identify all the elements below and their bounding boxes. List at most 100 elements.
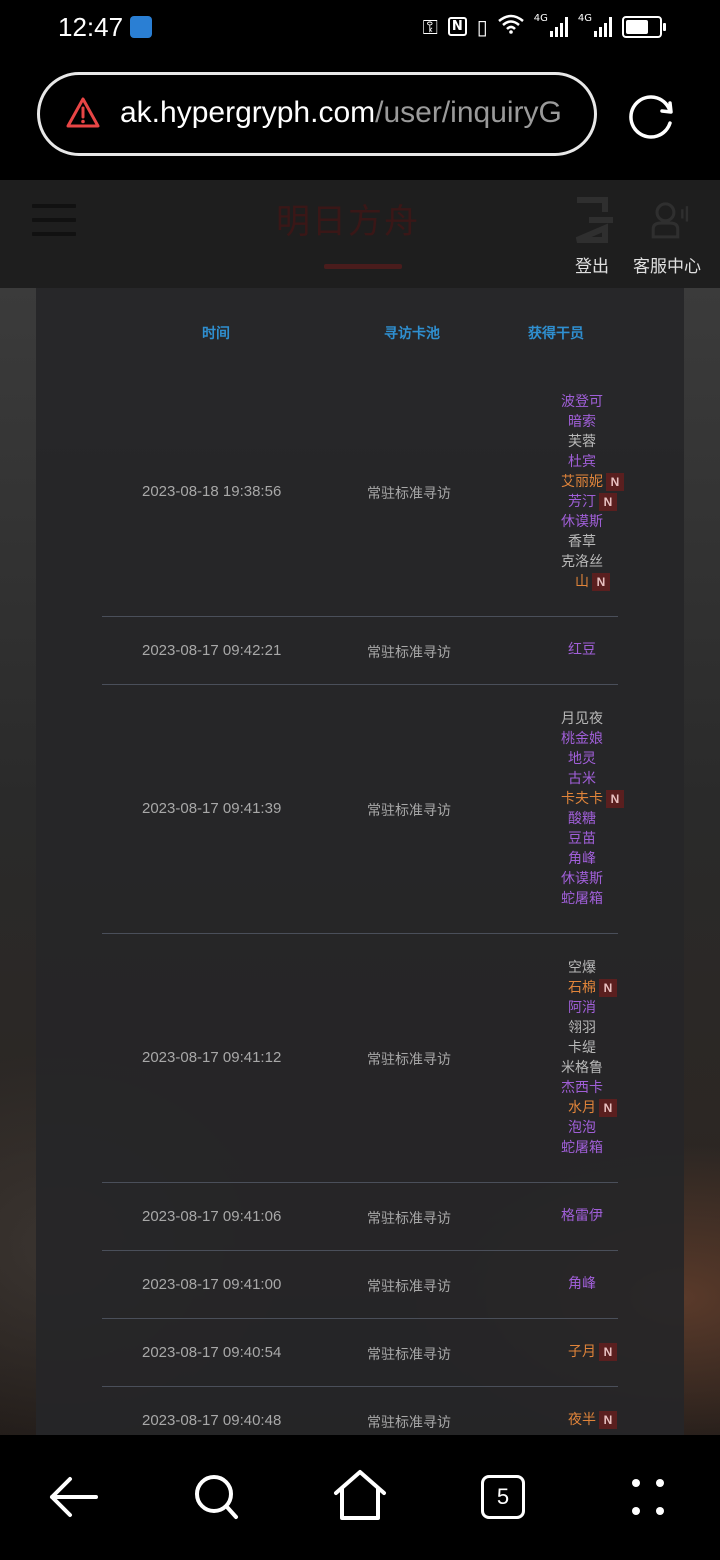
operator-name: 地灵: [568, 751, 596, 767]
more-icon[interactable]: [620, 1473, 676, 1521]
table-row: 2023-08-18 19:38:56 常驻标准寻访 波登可 暗索 芙蓉 杜宾 艾丽妮 N 芳汀…: [102, 368, 624, 617]
logout-label: 登出: [575, 257, 609, 277]
operator-name: 月见夜: [561, 711, 603, 727]
operator-entry: 豆苗: [532, 829, 632, 849]
operator-name: 泡泡: [568, 1120, 596, 1136]
operator-entry: 石棉 N: [532, 978, 632, 998]
row-pool: 常驻标准寻访: [367, 644, 451, 661]
operator-name: 香草: [568, 534, 596, 550]
operator-name: 芳汀: [568, 494, 596, 510]
operator-name: 休谟斯: [561, 514, 603, 530]
table-row: 2023-08-17 09:40:54 常驻标准寻访 子月 N: [102, 1319, 618, 1387]
operator-entry: 卡夫卡 N: [532, 789, 632, 809]
operator-entry: 艾丽妮 N: [532, 472, 632, 492]
site-header: 明日方舟 登出 客服中心: [0, 180, 720, 288]
operator-name: 山: [575, 574, 589, 590]
new-badge: N: [606, 790, 624, 808]
operator-entry: 子月 N: [532, 1342, 632, 1362]
signal-icon-2: [594, 16, 612, 37]
row-operators: 子月 N: [532, 1342, 632, 1362]
status-icons: ⚿ N ▯ 4G 4G: [422, 13, 666, 39]
operator-entry: 蛇屠箱: [532, 1138, 632, 1158]
logo-text: 明日方舟: [276, 202, 420, 242]
operator-entry: 香草: [532, 532, 632, 552]
menu-button[interactable]: [32, 204, 76, 236]
table-row: 2023-08-17 09:41:12 常驻标准寻访 空爆 石棉 N 阿消 翎羽 卡缇 米格鲁杰…: [102, 934, 618, 1183]
url-path: /user/inquiryG: [375, 96, 562, 129]
header-pool: 寻访卡池: [384, 326, 440, 342]
operator-entry: 山N: [532, 572, 632, 592]
browser-toolbar: ak.hypergryph.com/user/inquiryG: [0, 56, 720, 180]
row-time: 2023-08-17 09:40:48: [142, 1411, 282, 1429]
operator-name: 蛇屠箱: [561, 891, 603, 907]
operator-entry: 地灵: [532, 749, 632, 769]
operator-name: 角峰: [568, 851, 596, 867]
status-bar: 12:47 ⚿ N ▯ 4G 4G: [0, 0, 720, 56]
table-row: 2023-08-17 09:41:06 常驻标准寻访 格雷伊: [102, 1183, 618, 1251]
operator-name: 水月: [568, 1100, 596, 1116]
operator-name: 空爆: [568, 960, 596, 976]
url-host: ak.hypergryph.com: [120, 96, 376, 129]
status-time: 12:47: [58, 12, 124, 42]
operator-name: 波登可: [561, 394, 603, 410]
app-notification-icon: [130, 16, 152, 38]
operator-entry: 夜半 N: [532, 1410, 632, 1430]
operator-name: 卡夫卡: [561, 791, 603, 807]
tabs-button[interactable]: 5: [481, 1475, 525, 1519]
key-icon: ⚿: [422, 14, 438, 39]
search-icon[interactable]: [190, 1473, 246, 1521]
reload-icon[interactable]: [626, 91, 678, 143]
operator-entry: 水月 N: [532, 1098, 632, 1118]
row-pool: 常驻标准寻访: [367, 803, 451, 819]
operator-name: 蛇屠箱: [561, 1140, 603, 1156]
row-time: 2023-08-17 09:41:39: [142, 800, 282, 817]
header-time: 时间: [202, 326, 230, 342]
row-operators: 格雷伊: [532, 1206, 632, 1226]
new-badge: N: [592, 573, 610, 591]
signal-icon: [549, 16, 568, 37]
operator-entry: 格雷伊: [532, 1206, 632, 1226]
vibrate-icon: ▯: [476, 14, 488, 39]
operator-name: 杰西卡: [561, 1080, 603, 1096]
back-arrow-icon[interactable]: [46, 1473, 102, 1521]
operator-entry: 杜宾: [532, 452, 632, 472]
operator-name: 艾丽妮: [561, 474, 603, 490]
site-logo[interactable]: 明日方舟: [276, 194, 446, 269]
operator-entry: 红豆: [532, 640, 632, 660]
operator-entry: 米格鲁: [532, 1058, 632, 1078]
home-icon[interactable]: [332, 1469, 388, 1521]
table-row: 2023-08-17 09:41:39 常驻标准寻访 月见夜 桃金娘 地灵 古米 卡夫卡 N 酸…: [102, 685, 624, 934]
operator-entry: 芙蓉: [532, 432, 632, 452]
address-bar[interactable]: ak.hypergryph.com/user/inquiryG: [37, 72, 597, 156]
header-operators: 获得干员: [528, 326, 584, 342]
operator-entry: 暗索: [532, 412, 632, 432]
row-time: 2023-08-17 09:41:06: [142, 1207, 282, 1225]
operator-name: 米格鲁: [561, 1060, 603, 1076]
warning-icon[interactable]: [66, 97, 100, 129]
operator-entry: 角峰: [532, 1274, 632, 1294]
operator-name: 酸糖: [568, 811, 596, 827]
new-badge: N: [599, 1343, 617, 1361]
table-header: 时间 寻访卡池 获得干员: [36, 288, 684, 368]
url-text[interactable]: ak.hypergryph.com/user/inquiryG: [120, 96, 582, 130]
row-time: 2023-08-18 19:38:56: [142, 483, 282, 500]
row-pool: 常驻标准寻访: [367, 1346, 451, 1363]
operator-entry: 波登可: [532, 392, 632, 412]
row-time: 2023-08-17 09:42:21: [142, 641, 282, 659]
row-pool: 常驻标准寻访: [367, 1414, 451, 1431]
network-type-label-2: 4G: [577, 13, 592, 24]
logout-button[interactable]: 登出: [568, 194, 616, 277]
operator-name: 休谟斯: [561, 871, 603, 887]
operator-entry: 古米: [532, 769, 632, 789]
page-background: 时间 寻访卡池 获得干员 2023-08-18 19:38:56 常驻标准寻访 波登…: [0, 288, 720, 1455]
operator-entry: 桃金娘: [532, 729, 632, 749]
new-badge: N: [599, 979, 617, 997]
customer-service-button[interactable]: 客服中心: [630, 194, 704, 277]
nfc-icon: N: [447, 17, 467, 36]
history-table: 2023-08-18 19:38:56 常驻标准寻访 波登可 暗索 芙蓉 杜宾 艾丽妮 N 芳汀…: [102, 368, 624, 1455]
operator-name: 卡缇: [568, 1040, 596, 1056]
row-operators: 波登可 暗索 芙蓉 杜宾 艾丽妮 N 芳汀 N 休谟斯 香草 克洛丝山 N: [532, 392, 632, 592]
row-time: 2023-08-17 09:40:54: [142, 1343, 282, 1361]
operator-name: 石棉: [568, 980, 596, 996]
operator-name: 桃金娘: [561, 731, 603, 747]
